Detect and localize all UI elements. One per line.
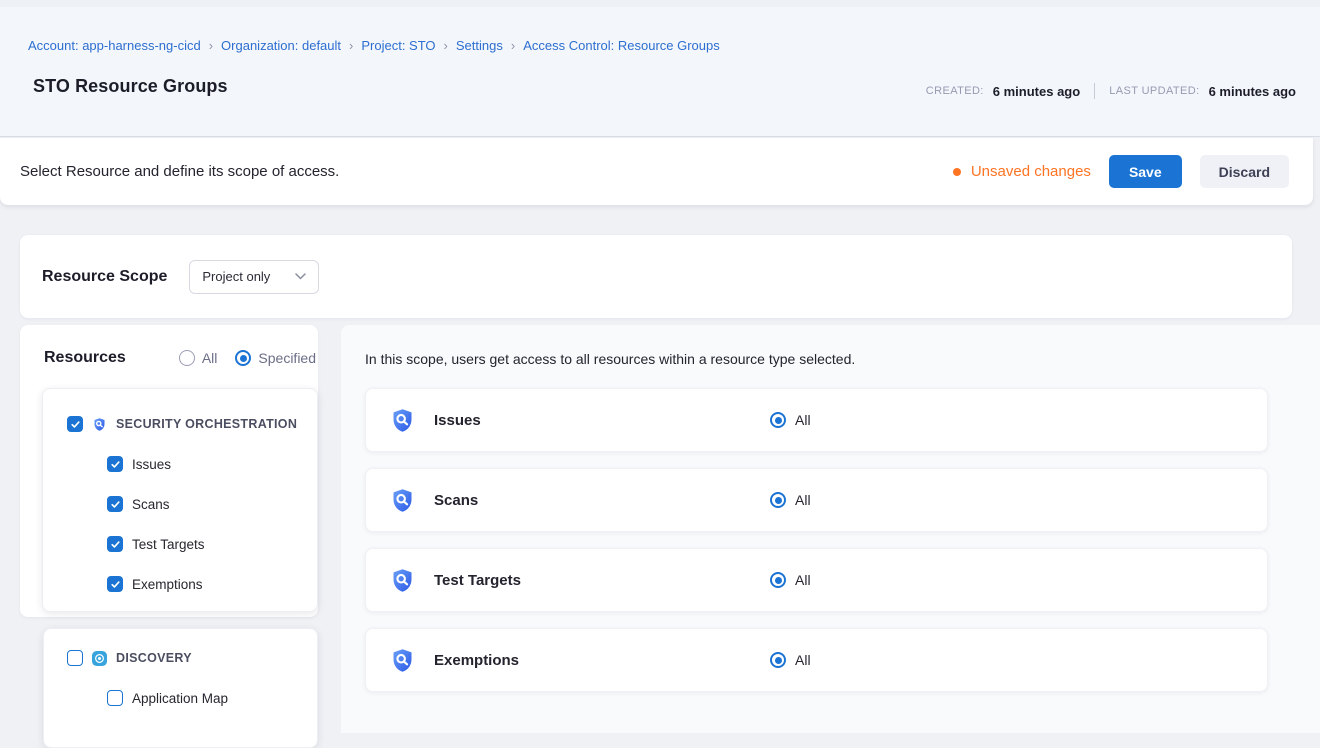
breadcrumb-project-link[interactable]: Project: STO bbox=[361, 38, 435, 53]
save-button[interactable]: Save bbox=[1109, 155, 1182, 188]
page-top-strip bbox=[0, 0, 1320, 7]
chevron-right-icon: › bbox=[503, 39, 523, 52]
all-radio[interactable] bbox=[770, 492, 786, 508]
all-mode-radio[interactable] bbox=[179, 350, 195, 366]
discard-button[interactable]: Discard bbox=[1200, 155, 1289, 188]
resource-card-title: Test Targets bbox=[434, 572, 521, 589]
tree-group-row: DISCOVERY bbox=[44, 638, 317, 678]
breadcrumb-account-link[interactable]: Account: app-harness-ng-cicd bbox=[28, 38, 201, 53]
test-targets-checkbox[interactable] bbox=[107, 536, 123, 552]
resource-card-title: Scans bbox=[434, 492, 478, 509]
all-radio-label[interactable]: All bbox=[795, 492, 811, 508]
chevron-right-icon: › bbox=[201, 39, 221, 52]
toolbar-message: Select Resource and define its scope of … bbox=[20, 163, 339, 180]
discovery-label[interactable]: DISCOVERY bbox=[116, 651, 192, 665]
test-targets-label[interactable]: Test Targets bbox=[132, 537, 205, 552]
resource-card-test-targets: Test Targets All bbox=[365, 548, 1268, 612]
action-toolbar: Select Resource and define its scope of … bbox=[0, 138, 1313, 205]
chevron-right-icon: › bbox=[341, 39, 361, 52]
resources-panel: Resources All Specified SE bbox=[20, 325, 318, 617]
security-orchestration-checkbox[interactable] bbox=[67, 416, 83, 432]
tree-item-test-targets: Test Targets bbox=[43, 524, 317, 564]
specified-mode-radio[interactable] bbox=[235, 350, 251, 366]
security-orchestration-group-card: SECURITY ORCHESTRATION Issues Scans bbox=[42, 388, 318, 612]
tree-group-row: SECURITY ORCHESTRATION bbox=[43, 404, 317, 444]
resource-scope-select[interactable]: Project only bbox=[189, 260, 319, 294]
shield-search-icon bbox=[92, 417, 107, 432]
resource-card-issues: Issues All bbox=[365, 388, 1268, 452]
shield-search-icon bbox=[389, 487, 416, 514]
created-value: 6 minutes ago bbox=[993, 84, 1080, 99]
tree-item-scans: Scans bbox=[43, 484, 317, 524]
tree-item-exemptions: Exemptions bbox=[43, 564, 317, 604]
all-radio[interactable] bbox=[770, 572, 786, 588]
created-label: CREATED: bbox=[926, 85, 984, 97]
breadcrumb: Account: app-harness-ng-cicd › Organizat… bbox=[28, 38, 720, 53]
security-orchestration-label[interactable]: SECURITY ORCHESTRATION bbox=[116, 417, 297, 431]
last-updated-value: 6 minutes ago bbox=[1209, 84, 1296, 99]
chevron-down-icon bbox=[295, 273, 306, 280]
check-icon bbox=[110, 579, 121, 590]
unsaved-changes-indicator: Unsaved changes bbox=[953, 163, 1091, 180]
check-icon bbox=[110, 459, 121, 470]
issues-label[interactable]: Issues bbox=[132, 457, 171, 472]
timestamps-meta: CREATED: 6 minutes ago LAST UPDATED: 6 m… bbox=[926, 83, 1296, 99]
resources-mode-radios: All Specified bbox=[179, 350, 316, 366]
application-map-label[interactable]: Application Map bbox=[132, 691, 228, 706]
breadcrumb-organization-link[interactable]: Organization: default bbox=[221, 38, 341, 53]
chevron-right-icon: › bbox=[436, 39, 456, 52]
shield-search-icon bbox=[389, 647, 416, 674]
all-radio[interactable] bbox=[770, 652, 786, 668]
exemptions-label[interactable]: Exemptions bbox=[132, 577, 203, 592]
all-radio-label[interactable]: All bbox=[795, 412, 811, 428]
resources-title: Resources bbox=[44, 349, 126, 367]
all-radio[interactable] bbox=[770, 412, 786, 428]
tree-item-issues: Issues bbox=[43, 444, 317, 484]
issues-checkbox[interactable] bbox=[107, 456, 123, 472]
check-icon bbox=[110, 539, 121, 550]
check-icon bbox=[110, 499, 121, 510]
resource-scope-card: Resource Scope Project only bbox=[20, 235, 1292, 318]
scope-info-text: In this scope, users get access to all r… bbox=[365, 351, 855, 367]
resource-card-scans: Scans All bbox=[365, 468, 1268, 532]
discovery-checkbox[interactable] bbox=[67, 650, 83, 666]
page-title: STO Resource Groups bbox=[33, 76, 228, 97]
resource-scope-selected-value: Project only bbox=[202, 269, 270, 284]
check-icon bbox=[70, 419, 81, 430]
discovery-icon bbox=[92, 651, 107, 666]
shield-search-icon bbox=[389, 567, 416, 594]
discovery-group-card: DISCOVERY Application Map bbox=[43, 628, 318, 748]
unsaved-dot-icon bbox=[953, 168, 961, 176]
scans-checkbox[interactable] bbox=[107, 496, 123, 512]
meta-divider bbox=[1094, 83, 1095, 99]
shield-search-icon bbox=[389, 407, 416, 434]
page-header: Account: app-harness-ng-cicd › Organizat… bbox=[0, 7, 1320, 137]
breadcrumb-resource-groups-link[interactable]: Access Control: Resource Groups bbox=[523, 38, 720, 53]
specified-mode-label[interactable]: Specified bbox=[258, 350, 316, 366]
resource-card-title: Exemptions bbox=[434, 652, 519, 669]
breadcrumb-settings-link[interactable]: Settings bbox=[456, 38, 503, 53]
tree-item-application-map: Application Map bbox=[44, 678, 317, 718]
resource-scope-label: Resource Scope bbox=[42, 268, 167, 286]
application-map-checkbox[interactable] bbox=[107, 690, 123, 706]
unsaved-changes-label: Unsaved changes bbox=[971, 163, 1091, 180]
all-radio-label[interactable]: All bbox=[795, 652, 811, 668]
all-radio-label[interactable]: All bbox=[795, 572, 811, 588]
resource-card-title: Issues bbox=[434, 412, 481, 429]
scans-label[interactable]: Scans bbox=[132, 497, 170, 512]
exemptions-checkbox[interactable] bbox=[107, 576, 123, 592]
last-updated-label: LAST UPDATED: bbox=[1109, 85, 1199, 97]
resource-card-exemptions: Exemptions All bbox=[365, 628, 1268, 692]
all-mode-label[interactable]: All bbox=[202, 350, 218, 366]
scope-access-panel: In this scope, users get access to all r… bbox=[341, 325, 1320, 733]
